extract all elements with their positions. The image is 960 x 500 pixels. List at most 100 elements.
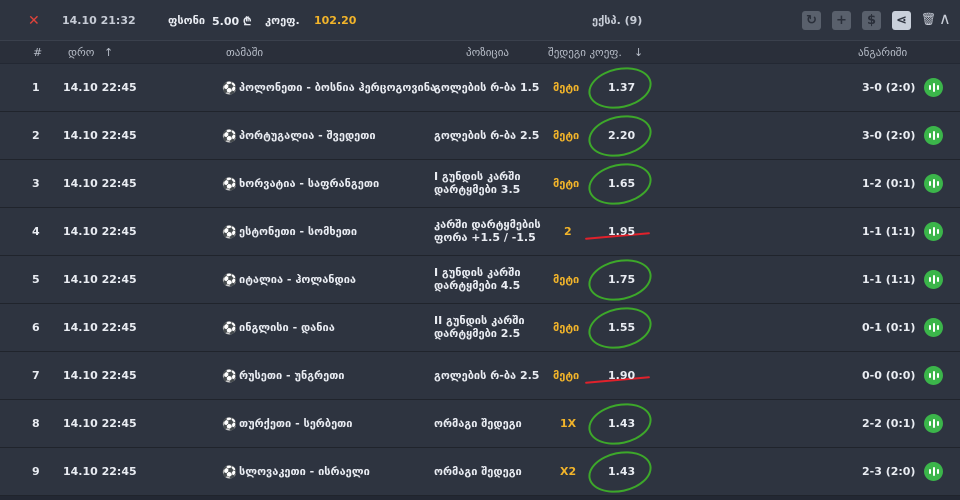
row-number: 4 xyxy=(32,225,40,238)
table-row[interactable]: 9 14.10 22:45 ⚽ სლოვაკეთი - ისრაელი ორმაგი შ… xyxy=(0,445,960,499)
football-icon: ⚽ xyxy=(222,417,237,431)
col-position: პოზიცია xyxy=(466,46,509,59)
position: ორმაგი შედეგი xyxy=(434,417,522,430)
position: II გუნდის კარში დარტყმები 2.5 xyxy=(434,314,525,340)
football-icon: ⚽ xyxy=(222,465,237,479)
game-name[interactable]: ესტონეთი - სომხეთი xyxy=(239,225,357,238)
row-number: 8 xyxy=(32,417,40,430)
col-num: # xyxy=(33,46,43,59)
row-date: 14.10 22:45 xyxy=(63,129,137,142)
stake-label: ფსონი xyxy=(168,14,206,27)
game-name[interactable]: ინგლისი - დანია xyxy=(239,321,335,334)
selection: 2 xyxy=(564,225,572,238)
table-row[interactable]: 7 14.10 22:45 ⚽ რუსეთი - უნგრეთი გოლების რ-ბ… xyxy=(0,352,960,400)
col-date[interactable]: დრო xyxy=(68,46,94,59)
game-name[interactable]: პოლონეთი - ბოსნია ჰერცოგოვინა xyxy=(239,81,436,94)
coefficient: 1.55 xyxy=(608,321,636,334)
row-date: 14.10 22:45 xyxy=(63,225,137,238)
table-header: # დრო ↑ თამაში პოზიცია შედეგი კოეფ. ↓ ან… xyxy=(0,41,960,63)
game-name[interactable]: თურქეთი - სერბეთი xyxy=(239,417,352,430)
trash-icon[interactable]: 🗑 xyxy=(921,12,936,26)
match-result: 3-0 (2:0) xyxy=(862,81,916,94)
row-number: 3 xyxy=(32,177,40,190)
row-date: 14.10 22:45 xyxy=(63,465,137,478)
table-row[interactable]: 3 14.10 22:45 ⚽ ხორვატია - საფრანგეთი I გუნდ… xyxy=(0,157,960,211)
game-name[interactable]: იტალია - ჰოლანდია xyxy=(239,273,356,286)
game-name[interactable]: რუსეთი - უნგრეთი xyxy=(239,369,345,382)
position: I გუნდის კარში დარტყმები 4.5 xyxy=(434,266,521,292)
statistics-icon[interactable] xyxy=(924,318,943,337)
row-number: 6 xyxy=(32,321,40,334)
position: გოლების რ-ბა 1.5 xyxy=(434,81,540,94)
selection: მეტი xyxy=(553,129,580,142)
selection: მეტი xyxy=(553,81,580,94)
bet-summary-header[interactable]: ✕ 14.10 21:32 ფსონი 5.00 ₾ კოეფ. 102.20 … xyxy=(0,0,960,41)
table-row[interactable]: 1 14.10 22:45 ⚽ პოლონეთი - ბოსნია ჰერცოგოვი… xyxy=(0,61,960,115)
statistics-icon[interactable] xyxy=(924,414,943,433)
col-selection-coef[interactable]: შედეგი კოეფ. xyxy=(548,46,622,59)
football-icon: ⚽ xyxy=(222,225,237,239)
statistics-icon[interactable] xyxy=(924,462,943,481)
position: გოლების რ-ბა 2.5 xyxy=(434,369,540,382)
statistics-icon[interactable] xyxy=(924,270,943,289)
position: გოლების რ-ბა 2.5 xyxy=(434,129,540,142)
plus-icon[interactable]: + xyxy=(832,11,851,30)
bet-history-panel: ✕ 14.10 21:32 ფსონი 5.00 ₾ კოეფ. 102.20 … xyxy=(0,0,960,500)
coefficient: 1.43 xyxy=(608,465,636,478)
row-number: 2 xyxy=(32,129,40,142)
statistics-icon[interactable] xyxy=(924,222,943,241)
selection: X2 xyxy=(560,465,577,478)
game-name[interactable]: პორტუგალია - შვედეთი xyxy=(239,129,376,142)
game-name[interactable]: ხორვატია - საფრანგეთი xyxy=(239,177,379,190)
row-number: 5 xyxy=(32,273,40,286)
football-icon: ⚽ xyxy=(222,129,237,143)
dollar-icon[interactable]: $ xyxy=(862,11,881,30)
table-row[interactable]: 8 14.10 22:45 ⚽ თურქეთი - სერბეთი ორმაგი შედ… xyxy=(0,397,960,451)
football-icon: ⚽ xyxy=(222,177,237,191)
row-date: 14.10 22:45 xyxy=(63,321,137,334)
statistics-icon[interactable] xyxy=(924,126,943,145)
coefficient: 1.43 xyxy=(608,417,636,430)
match-result: 1-1 (1:1) xyxy=(862,273,916,286)
table-row[interactable]: 6 14.10 22:45 ⚽ ინგლისი - დანია II გუნდის კა… xyxy=(0,301,960,355)
sort-down-icon[interactable]: ↓ xyxy=(634,46,643,59)
selection: 1X xyxy=(560,417,577,430)
coefficient: 1.37 xyxy=(608,81,636,94)
row-date: 14.10 22:45 xyxy=(63,273,137,286)
table-row[interactable]: 2 14.10 22:45 ⚽ პორტუგალია - შვედეთი გოლების… xyxy=(0,109,960,163)
football-icon: ⚽ xyxy=(222,81,237,95)
football-icon: ⚽ xyxy=(222,273,237,287)
match-result: 0-0 (0:0) xyxy=(862,369,916,382)
coefficient: 1.95 xyxy=(608,225,636,238)
coefficient: 1.90 xyxy=(608,369,636,382)
stake-value: 5.00 ₾ xyxy=(212,15,252,28)
coefficient: 1.65 xyxy=(608,177,636,190)
selection: მეტი xyxy=(553,321,580,334)
position: კარში დარტყმების ფორა +1.5 / -1.5 xyxy=(434,218,541,244)
statistics-icon[interactable] xyxy=(924,174,943,193)
match-result: 2-2 (0:1) xyxy=(862,417,916,430)
match-result: 2-3 (2:0) xyxy=(862,465,916,478)
coefficient: 2.20 xyxy=(608,129,636,142)
match-result: 0-1 (0:1) xyxy=(862,321,916,334)
game-name[interactable]: სლოვაკეთი - ისრაელი xyxy=(239,465,370,478)
statistics-icon[interactable] xyxy=(924,366,943,385)
table-row[interactable]: 5 14.10 22:45 ⚽ იტალია - ჰოლანდია I გუნდის კ… xyxy=(0,253,960,307)
coefficient: 1.75 xyxy=(608,273,636,286)
football-icon: ⚽ xyxy=(222,321,237,335)
selection: მეტი xyxy=(553,369,580,382)
statistics-icon[interactable] xyxy=(924,78,943,97)
chevron-up-icon[interactable]: ∧ xyxy=(939,9,951,28)
coef-label: კოეფ. xyxy=(265,14,300,27)
share-icon[interactable]: ⋖ xyxy=(892,11,911,30)
row-date: 14.10 22:45 xyxy=(63,177,137,190)
coef-value: 102.20 xyxy=(314,14,357,27)
row-date: 14.10 22:45 xyxy=(63,369,137,382)
repeat-icon[interactable]: ↻ xyxy=(802,11,821,30)
match-result: 1-1 (1:1) xyxy=(862,225,916,238)
row-date: 14.10 22:45 xyxy=(63,81,137,94)
sort-up-icon[interactable]: ↑ xyxy=(104,46,113,59)
row-number: 7 xyxy=(32,369,40,382)
table-row[interactable]: 4 14.10 22:45 ⚽ ესტონეთი - სომხეთი კარში დარ… xyxy=(0,208,960,256)
position: I გუნდის კარში დარტყმები 3.5 xyxy=(434,170,521,196)
